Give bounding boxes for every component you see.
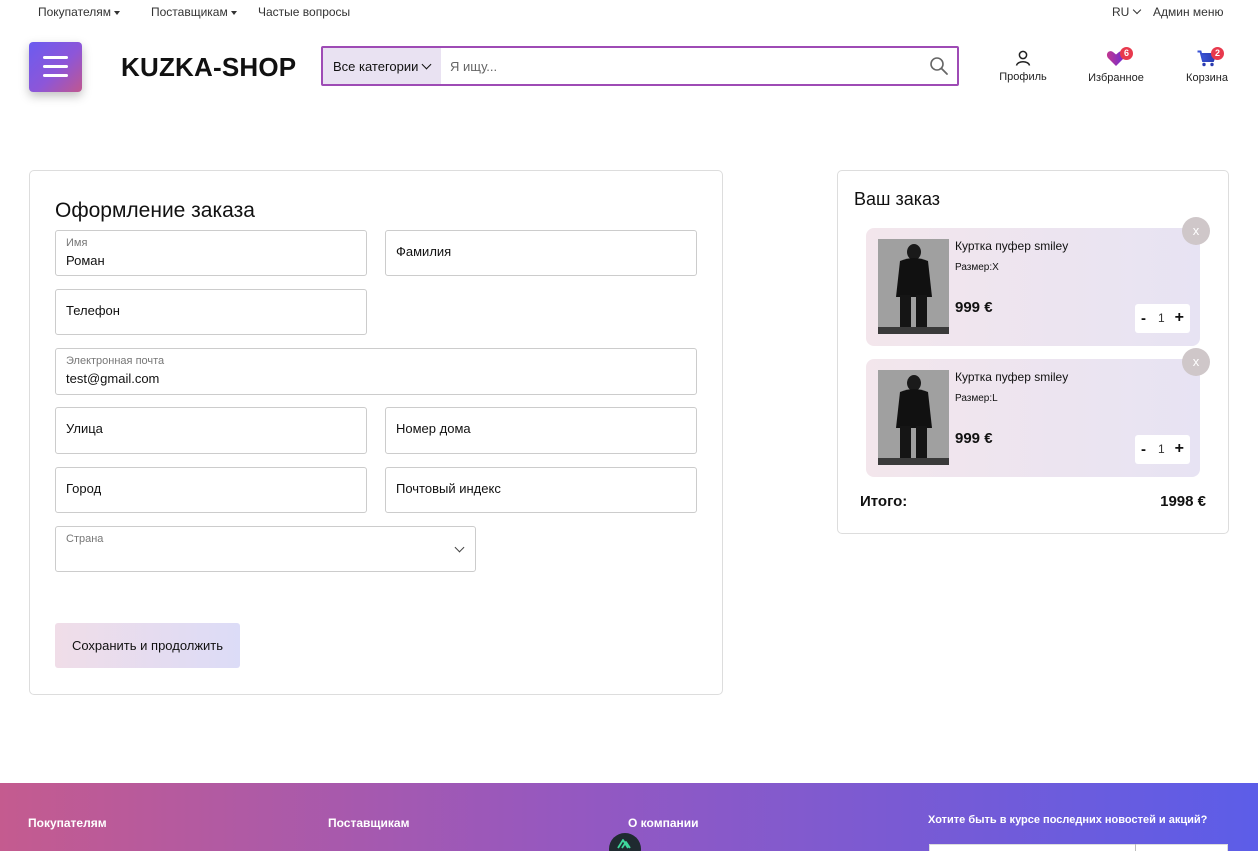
last-name-field[interactable]: Фамилия bbox=[385, 230, 697, 276]
order-summary-card: Ваш заказ Куртка пуфер smiley Размер:X 9… bbox=[837, 170, 1229, 534]
language-label: RU bbox=[1112, 5, 1130, 19]
hamburger-icon bbox=[43, 56, 68, 59]
search-input[interactable] bbox=[441, 48, 921, 84]
language-select[interactable]: RU bbox=[1112, 5, 1142, 19]
product-price: 999 € bbox=[955, 299, 993, 316]
site-logo[interactable]: KUZKA-SHOP bbox=[121, 52, 296, 83]
email-value: test@gmail.com bbox=[66, 371, 160, 386]
product-image[interactable] bbox=[878, 239, 949, 334]
decrease-quantity-button[interactable]: - bbox=[1141, 310, 1146, 327]
cart-item: Куртка пуфер smiley Размер:X 999 € - 1 + bbox=[866, 228, 1200, 346]
checkout-form-card: Оформление заказа Имя Роман Фамилия Теле… bbox=[29, 170, 723, 695]
newsletter-email-input[interactable] bbox=[929, 844, 1228, 851]
quantity-stepper: - 1 + bbox=[1135, 435, 1190, 464]
street-field[interactable]: Улица bbox=[55, 407, 367, 454]
category-select[interactable]: Все категории bbox=[323, 48, 441, 84]
last-name-placeholder: Фамилия bbox=[396, 244, 452, 259]
product-image[interactable] bbox=[878, 370, 949, 465]
first-name-label: Имя bbox=[66, 237, 88, 249]
increase-quantity-button[interactable]: + bbox=[1175, 440, 1184, 458]
footer: Покупателям Поставщикам О компании Хотит… bbox=[0, 783, 1258, 851]
order-title: Ваш заказ bbox=[854, 189, 941, 209]
increase-quantity-button[interactable]: + bbox=[1175, 309, 1184, 327]
profile-link[interactable]: Профиль bbox=[998, 50, 1048, 83]
total-label: Итого: bbox=[860, 493, 908, 510]
cart-count-badge: 2 bbox=[1211, 47, 1224, 60]
product-size: Размер:L bbox=[955, 393, 998, 404]
footer-about-heading: О компании bbox=[628, 816, 699, 830]
cart-link[interactable]: 2 Корзина bbox=[1183, 47, 1231, 84]
caret-down-icon bbox=[113, 10, 120, 15]
house-number-field[interactable]: Номер дома bbox=[385, 407, 697, 454]
chevron-down-icon bbox=[454, 542, 465, 553]
remove-item-button[interactable]: x bbox=[1182, 217, 1210, 245]
search-bar: Все категории bbox=[321, 46, 959, 86]
cart-label: Корзина bbox=[1186, 72, 1228, 84]
remove-item-button[interactable]: x bbox=[1182, 348, 1210, 376]
suppliers-menu[interactable]: Поставщикам bbox=[151, 5, 237, 19]
favorites-label: Избранное bbox=[1088, 72, 1144, 84]
phone-field[interactable]: Телефон bbox=[55, 289, 367, 335]
quantity-value[interactable]: 1 bbox=[1158, 442, 1165, 456]
street-placeholder: Улица bbox=[66, 421, 103, 436]
page-title: Оформление заказа bbox=[55, 199, 255, 222]
footer-buyers-heading: Покупателям bbox=[28, 816, 107, 830]
quantity-value[interactable]: 1 bbox=[1158, 311, 1165, 325]
menu-button[interactable] bbox=[29, 42, 82, 92]
country-label: Страна bbox=[66, 533, 104, 545]
country-select[interactable]: Страна bbox=[55, 526, 476, 572]
top-bar: Покупателям Поставщикам Частые вопросы R… bbox=[0, 0, 1258, 24]
email-label: Электронная почта bbox=[66, 355, 165, 367]
quantity-stepper: - 1 + bbox=[1135, 304, 1190, 333]
chevron-down-icon bbox=[1133, 5, 1142, 15]
total-value: 1998 € bbox=[1160, 493, 1206, 510]
profile-label: Профиль bbox=[999, 71, 1047, 83]
house-number-placeholder: Номер дома bbox=[396, 421, 471, 436]
category-select-label: Все категории bbox=[333, 59, 419, 74]
buyers-menu-label: Покупателям bbox=[38, 5, 111, 19]
cart-item: Куртка пуфер smiley Размер:L 999 € - 1 + bbox=[866, 359, 1200, 477]
newsletter-heading: Хотите быть в курсе последних новостей и… bbox=[928, 814, 1208, 826]
product-name[interactable]: Куртка пуфер smiley bbox=[955, 239, 1068, 253]
city-field[interactable]: Город bbox=[55, 467, 367, 513]
product-name[interactable]: Куртка пуфер smiley bbox=[955, 370, 1068, 384]
city-placeholder: Город bbox=[66, 481, 102, 496]
chevron-down-icon bbox=[421, 59, 432, 70]
postal-code-field[interactable]: Почтовый индекс bbox=[385, 467, 697, 513]
nuxt-icon bbox=[617, 839, 631, 849]
favorites-count-badge: 6 bbox=[1120, 47, 1133, 60]
first-name-value: Роман bbox=[66, 253, 105, 268]
caret-down-icon bbox=[230, 10, 237, 15]
admin-menu-link[interactable]: Админ меню bbox=[1153, 5, 1223, 19]
phone-placeholder: Телефон bbox=[66, 303, 120, 318]
buyers-menu[interactable]: Покупателям bbox=[38, 5, 120, 19]
footer-suppliers-heading: Поставщикам bbox=[328, 816, 410, 830]
email-field[interactable]: Электронная почта test@gmail.com bbox=[55, 348, 697, 395]
product-price: 999 € bbox=[955, 430, 993, 447]
postal-code-placeholder: Почтовый индекс bbox=[396, 481, 501, 496]
search-icon[interactable] bbox=[929, 56, 949, 76]
user-icon bbox=[1015, 50, 1031, 66]
newsletter-divider bbox=[1135, 844, 1136, 851]
suppliers-menu-label: Поставщикам bbox=[151, 5, 228, 19]
decrease-quantity-button[interactable]: - bbox=[1141, 441, 1146, 458]
product-size: Размер:X bbox=[955, 262, 999, 273]
favorites-link[interactable]: 6 Избранное bbox=[1086, 47, 1146, 84]
first-name-field[interactable]: Имя Роман bbox=[55, 230, 367, 276]
save-and-continue-button[interactable]: Сохранить и продолжить bbox=[55, 623, 240, 668]
nuxt-devtools-badge[interactable] bbox=[609, 833, 641, 851]
faq-link[interactable]: Частые вопросы bbox=[258, 5, 350, 19]
